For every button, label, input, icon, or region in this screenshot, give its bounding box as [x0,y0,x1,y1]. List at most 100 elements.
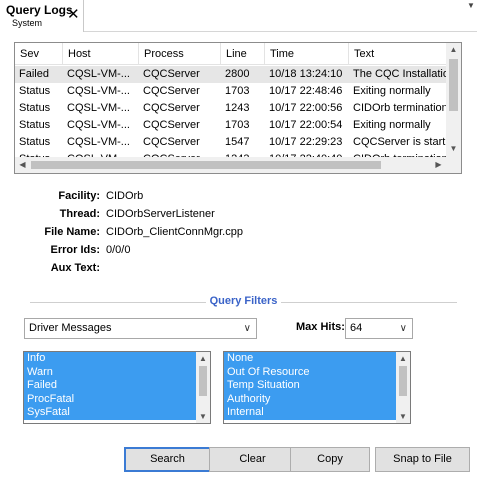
scroll-up-icon[interactable]: ▲ [446,43,461,57]
scroll-left-icon[interactable]: ◀ [15,157,30,173]
cell-process: CQCServer [143,136,200,148]
max-hits-select-value: 64 [350,322,363,334]
cell-text: Exiting normally [353,85,431,97]
thread-label: Thread: [59,208,100,220]
scroll-down-icon[interactable]: ▼ [446,142,461,156]
list-item[interactable]: Out Of Resource [224,365,396,379]
tab-title: Query Logs [6,3,73,17]
table-row[interactable]: Status CQSL-VM-... CQCServer 1547 10/17 … [15,134,447,151]
cell-time: 10/17 22:00:54 [269,119,343,131]
cell-process: CQCServer [143,85,200,97]
column-header-process[interactable]: Process [139,43,221,65]
cell-process: CQCServer [143,102,200,114]
scrollbar-thumb[interactable] [399,366,407,396]
category-select-value: Driver Messages [29,322,112,334]
cell-host: CQSL-VM-... [67,119,130,131]
errorids-value: 0/0/0 [106,244,131,256]
tab-strip: Query Logs System ✕ ▼ [0,0,477,32]
cell-line: 1703 [225,119,250,131]
table-row[interactable]: Status CQSL-VM-... CQCServer 1243 10/17 … [15,100,447,117]
cell-sev: Status [19,136,51,148]
category-select[interactable]: Driver Messages ∨ [24,318,257,339]
cell-line: 1243 [225,102,250,114]
column-header-host[interactable]: Host [63,43,139,65]
column-header-text[interactable]: Text [349,43,447,65]
log-table[interactable]: Sev Host Process Line Time Text Failed C… [14,42,462,174]
cell-host: CQSL-VM-... [67,136,130,148]
chevron-down-icon[interactable]: ▼ [467,1,475,10]
cell-time: 10/17 22:48:46 [269,85,343,97]
cell-host: CQSL-VM-... [67,85,130,97]
tab-query-logs[interactable]: Query Logs System ✕ [0,0,84,32]
max-hits-label: Max Hits: [296,321,345,333]
cell-text: Exiting normally [353,119,431,131]
query-filters-title: Query Filters [209,295,278,307]
table-row[interactable]: Status CQSL-VM-... CQCServer 1703 10/17 … [15,83,447,100]
filename-value: CIDOrb_ClientConnMgr.cpp [106,226,243,238]
cell-host: CQSL-VM-... [67,102,130,114]
facility-value: CIDOrb [106,190,144,202]
list-item[interactable]: ProcFatal [24,392,196,406]
log-table-vertical-scrollbar[interactable]: ▲ ▼ [446,43,461,157]
cell-time: 10/18 13:24:10 [269,68,343,80]
thread-value: CIDOrbServerListener [106,208,215,220]
cell-time: 10/17 22:29:23 [269,136,343,148]
divider [30,302,206,303]
class-listbox[interactable]: None Out Of Resource Temp Situation Auth… [223,351,411,424]
scroll-right-icon[interactable]: ▶ [431,157,446,173]
column-header-line[interactable]: Line [221,43,265,65]
cell-line: 1703 [225,85,250,97]
scroll-up-icon[interactable]: ▲ [396,352,410,365]
scroll-up-icon[interactable]: ▲ [196,352,210,365]
cell-sev: Status [19,85,51,97]
snap-to-file-button[interactable]: Snap to File [375,447,470,472]
cell-time: 10/17 22:00:56 [269,102,343,114]
list-item[interactable]: Failed [24,379,196,393]
log-table-horizontal-scrollbar[interactable]: ◀ ▶ [15,157,461,173]
scrollbar-thumb[interactable] [449,59,458,111]
copy-button[interactable]: Copy [290,447,370,472]
chevron-down-icon: ∨ [243,323,251,334]
facility-label: Facility: [58,190,100,202]
cell-text: CIDOrb termination [353,102,447,114]
scroll-down-icon[interactable]: ▼ [196,410,210,423]
column-header-sev[interactable]: Sev [15,43,63,65]
clear-button[interactable]: Clear [209,447,296,472]
cell-sev: Failed [19,68,49,80]
list-item[interactable]: Authority [224,392,396,406]
scroll-down-icon[interactable]: ▼ [396,410,410,423]
list-item[interactable]: Warn [24,365,196,379]
column-header-time[interactable]: Time [265,43,349,65]
search-button[interactable]: Search [124,447,211,472]
divider [281,302,457,303]
table-row[interactable]: Status CQSL-VM-... CQCServer 1703 10/17 … [15,117,447,134]
cell-text: CQCServer is startin [353,136,447,148]
cell-text: The CQC Installatio [353,68,447,80]
cell-process: CQCServer [143,119,200,131]
errorids-label: Error Ids: [50,244,100,256]
list-item[interactable]: Temp Situation [224,379,396,393]
severity-listbox[interactable]: Info Warn Failed ProcFatal SysFatal ▲ ▼ [23,351,211,424]
close-icon[interactable]: ✕ [67,7,80,22]
severity-listbox-scrollbar[interactable]: ▲ ▼ [196,352,210,423]
max-hits-select[interactable]: 64 ∨ [345,318,413,339]
class-listbox-scrollbar[interactable]: ▲ ▼ [396,352,410,423]
cell-sev: Status [19,119,51,131]
table-row[interactable]: Failed CQSL-VM-... CQCServer 2800 10/18 … [15,66,447,83]
cell-process: CQCServer [143,68,200,80]
cell-line: 2800 [225,68,250,80]
scrollbar-corner [446,157,461,173]
log-table-header: Sev Host Process Line Time Text [15,43,447,65]
scrollbar-thumb[interactable] [199,366,207,396]
chevron-down-icon: ∨ [399,323,407,334]
tab-strip-divider [84,31,477,32]
cell-sev: Status [19,102,51,114]
list-item[interactable]: SysFatal [24,406,196,420]
list-item[interactable]: Internal [224,406,396,420]
filename-label: File Name: [44,226,100,238]
scrollbar-thumb[interactable] [31,161,381,169]
cell-host: CQSL-VM-... [67,68,130,80]
auxtext-label: Aux Text: [50,262,100,274]
list-item[interactable]: Info [24,352,196,366]
list-item[interactable]: None [224,352,396,366]
